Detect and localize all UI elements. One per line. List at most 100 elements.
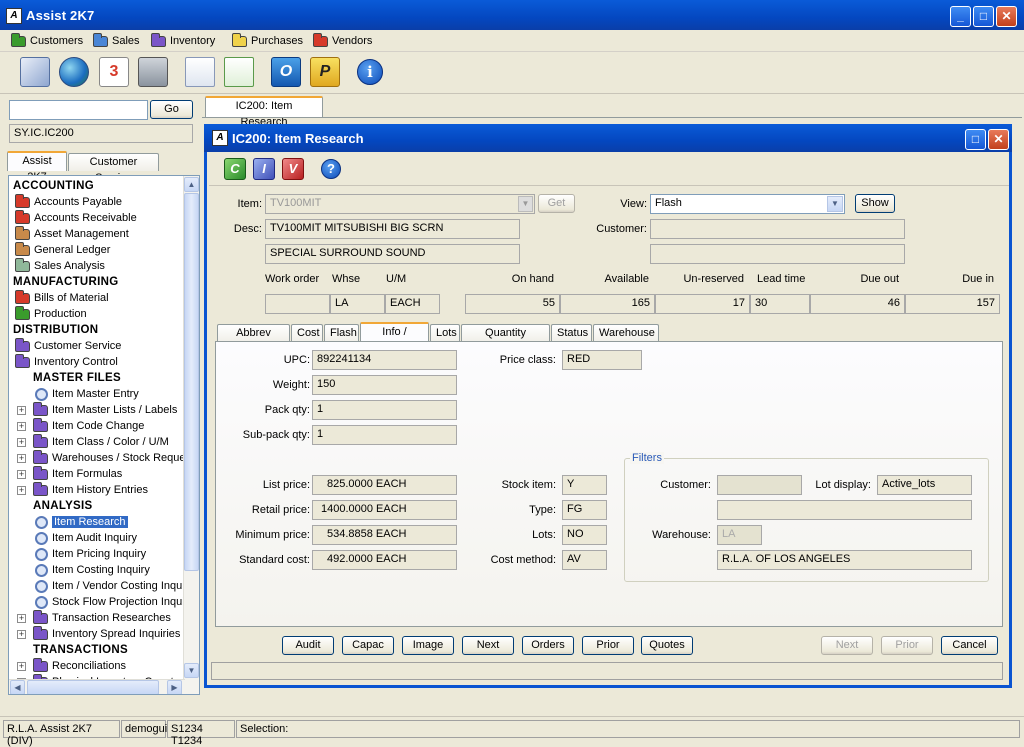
menu-purchases[interactable]: Purchases bbox=[232, 32, 303, 49]
audit-button[interactable]: Audit bbox=[282, 636, 334, 655]
nav-next-button[interactable]: Next bbox=[821, 636, 873, 655]
v-icon[interactable]: V bbox=[282, 158, 304, 180]
scroll-up-button[interactable]: ▲ bbox=[184, 177, 199, 192]
view-chevron-down-icon[interactable]: ▼ bbox=[827, 196, 843, 212]
next-button[interactable]: Next bbox=[462, 636, 514, 655]
chart-icon[interactable] bbox=[224, 57, 254, 87]
i-icon[interactable]: I bbox=[253, 158, 275, 180]
view-select[interactable]: Flash bbox=[650, 194, 845, 214]
tree-item-program[interactable]: Stock Flow Projection Inqui bbox=[35, 594, 185, 610]
scroll-down-button[interactable]: ▼ bbox=[184, 663, 199, 678]
scroll-thumb[interactable] bbox=[184, 193, 199, 571]
tree-item-program[interactable]: Item / Vendor Costing Inqu bbox=[35, 578, 182, 594]
go-button[interactable]: Go bbox=[150, 100, 193, 119]
tab-quantity-history[interactable]: Quantity History bbox=[461, 324, 550, 355]
scroll-right-button[interactable]: ▶ bbox=[167, 680, 182, 694]
outlook-icon[interactable]: O bbox=[271, 57, 301, 87]
expand-icon[interactable]: + bbox=[17, 485, 26, 495]
scroll-left-button[interactable]: ◀ bbox=[10, 680, 25, 694]
expand-icon[interactable]: + bbox=[17, 613, 26, 623]
horizontal-scrollbar[interactable]: ◀ ▶ bbox=[9, 679, 185, 694]
menu-inventory[interactable]: Inventory bbox=[151, 32, 215, 49]
tree-item-group[interactable]: + Inventory Spread Inquiries bbox=[17, 625, 180, 642]
window-maximize-button[interactable]: □ bbox=[965, 129, 986, 150]
expand-icon[interactable]: + bbox=[17, 629, 26, 639]
prior-button[interactable]: Prior bbox=[582, 636, 634, 655]
col-um: U/M bbox=[386, 273, 407, 285]
tree-item-program[interactable]: Item Research bbox=[35, 514, 128, 530]
tree-item-folder[interactable]: Sales Analysis bbox=[15, 257, 105, 274]
cancel-button[interactable]: Cancel bbox=[941, 636, 998, 655]
tab-cost[interactable]: Cost bbox=[291, 324, 323, 342]
info-icon[interactable]: i bbox=[357, 59, 383, 85]
orders-button[interactable]: Orders bbox=[522, 636, 574, 655]
search-input[interactable] bbox=[9, 100, 148, 120]
stock-item-value: Y bbox=[562, 475, 607, 495]
tree-item-folder[interactable]: Accounts Payable bbox=[15, 193, 122, 210]
tree-item-group[interactable]: + Item History Entries bbox=[17, 481, 148, 498]
filter-customer-input[interactable] bbox=[717, 475, 802, 495]
tab-assist-2k7[interactable]: Assist 2K7 bbox=[7, 151, 67, 183]
tree-item-group[interactable]: + Reconciliations bbox=[17, 657, 126, 674]
expand-icon[interactable]: + bbox=[17, 453, 26, 463]
c-icon[interactable]: C bbox=[224, 158, 246, 180]
image-button[interactable]: Image bbox=[402, 636, 454, 655]
hscroll-thumb[interactable] bbox=[27, 680, 159, 694]
tree-item-program[interactable]: Item Costing Inquiry bbox=[35, 562, 150, 578]
tree-item-folder[interactable]: Bills of Material bbox=[15, 289, 109, 306]
menu-vendors[interactable]: Vendors bbox=[313, 32, 372, 49]
tree-item-program[interactable]: Item Audit Inquiry bbox=[35, 530, 137, 546]
filter-warehouse-input[interactable]: LA bbox=[717, 525, 762, 545]
expand-icon[interactable]: + bbox=[17, 437, 26, 447]
expand-icon[interactable]: + bbox=[17, 469, 26, 479]
tree-item-folder[interactable]: Inventory Control bbox=[15, 353, 118, 370]
tab-lots[interactable]: Lots bbox=[430, 324, 460, 342]
tree-item-folder[interactable]: Accounts Receivable bbox=[15, 209, 137, 226]
publisher-icon[interactable]: P bbox=[310, 57, 340, 87]
email-icon[interactable] bbox=[20, 57, 50, 87]
tree-item-program[interactable]: Item Master Entry bbox=[35, 386, 139, 402]
window-close-button[interactable]: ✕ bbox=[988, 129, 1009, 150]
nav-prior-button[interactable]: Prior bbox=[881, 636, 933, 655]
close-button[interactable]: ✕ bbox=[996, 6, 1017, 27]
tab-info-filters[interactable]: Info / Filters bbox=[360, 322, 429, 354]
tab-status[interactable]: Status bbox=[551, 324, 592, 342]
tree-item-folder[interactable]: Asset Management bbox=[15, 225, 129, 242]
menu-customers[interactable]: Customers bbox=[11, 32, 83, 49]
chevron-down-icon[interactable]: ▼ bbox=[518, 196, 533, 212]
calculator-icon[interactable] bbox=[138, 57, 168, 87]
tab-abbrev-sales[interactable]: Abbrev Sales bbox=[217, 324, 290, 355]
tab-ic200[interactable]: IC200: Item Research bbox=[205, 96, 323, 128]
tree-item-folder[interactable]: Production bbox=[15, 305, 87, 322]
capac-button[interactable]: Capac bbox=[342, 636, 394, 655]
tab-warehouse[interactable]: Warehouse bbox=[593, 324, 659, 342]
navigation-pane: Go SY.IC.IC200 Assist 2K7 Customer Servi… bbox=[4, 95, 200, 715]
maximize-button[interactable]: □ bbox=[973, 6, 994, 27]
expand-icon[interactable]: + bbox=[17, 405, 26, 415]
globe-icon[interactable] bbox=[59, 57, 89, 87]
tree-item-group[interactable]: + Item Master Lists / Labels bbox=[17, 401, 177, 418]
tree-item-group[interactable]: + Item Formulas bbox=[17, 465, 122, 482]
get-button[interactable]: Get bbox=[538, 194, 575, 213]
item-select[interactable]: TV100MIT bbox=[265, 194, 535, 214]
show-button[interactable]: Show bbox=[855, 194, 895, 213]
tree-item-group[interactable]: + Item Class / Color / U/M bbox=[17, 433, 169, 450]
help-icon[interactable]: ? bbox=[321, 159, 341, 179]
folder-icon bbox=[15, 353, 30, 368]
tab-flash[interactable]: Flash bbox=[324, 324, 359, 342]
quotes-button[interactable]: Quotes bbox=[641, 636, 693, 655]
menu-sales[interactable]: Sales bbox=[93, 32, 140, 49]
tree-item-group[interactable]: + Transaction Researches bbox=[17, 609, 171, 626]
report-icon[interactable] bbox=[185, 57, 215, 87]
tree-item-group[interactable]: + Warehouses / Stock Reque bbox=[17, 449, 186, 466]
expand-icon[interactable]: + bbox=[17, 421, 26, 431]
calendar-icon[interactable]: 3 bbox=[99, 57, 129, 87]
tree-item-folder[interactable]: General Ledger bbox=[15, 241, 110, 258]
expand-icon[interactable]: + bbox=[17, 661, 26, 671]
tree-item-program[interactable]: Item Pricing Inquiry bbox=[35, 546, 146, 562]
minimize-button[interactable]: _ bbox=[950, 6, 971, 27]
tab-customer-service[interactable]: Customer Service bbox=[68, 153, 159, 184]
tree-item-group[interactable]: + Item Code Change bbox=[17, 417, 144, 434]
vertical-scrollbar[interactable]: ▲ ▼ bbox=[183, 176, 199, 694]
tree-item-folder[interactable]: Customer Service bbox=[15, 337, 121, 354]
